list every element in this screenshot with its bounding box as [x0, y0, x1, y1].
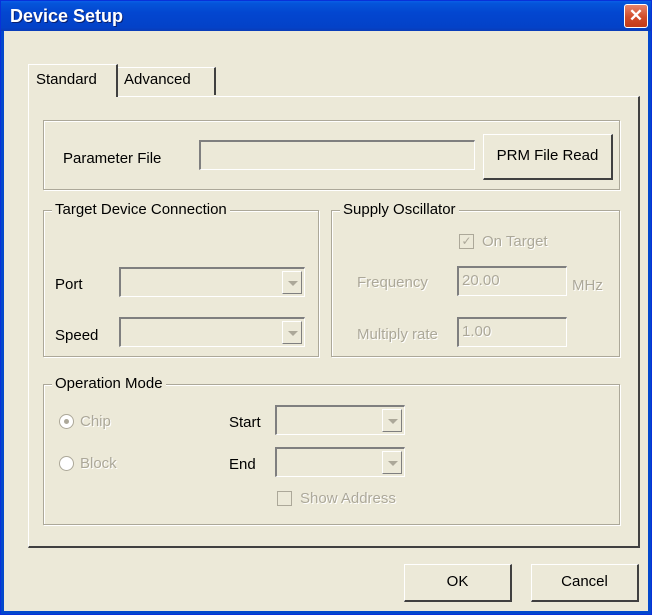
port-label: Port [55, 276, 83, 293]
port-select[interactable] [119, 267, 305, 297]
supply-oscillator-title: Supply Oscillator [340, 201, 459, 219]
frequency-unit: MHz [572, 277, 603, 294]
close-icon: ✕ [628, 6, 644, 25]
parameter-file-group: Parameter File PRM File Read [43, 120, 620, 190]
target-device-connection-title: Target Device Connection [52, 201, 230, 219]
tab-advanced[interactable]: Advanced [116, 67, 216, 95]
window-border-right [648, 31, 651, 614]
chip-radio[interactable] [59, 414, 74, 429]
on-target-label: On Target [482, 233, 548, 250]
show-address-checkbox[interactable] [277, 491, 292, 506]
ok-button-label: OK [446, 573, 469, 590]
show-address-label: Show Address [300, 490, 396, 507]
speed-dropdown-arrow-icon[interactable] [282, 321, 302, 344]
multiply-rate-label: Multiply rate [357, 326, 438, 343]
block-radio[interactable] [59, 456, 74, 471]
speed-label: Speed [55, 327, 99, 344]
window-border-bottom [1, 611, 651, 614]
end-dropdown-arrow-icon[interactable] [382, 451, 402, 474]
frequency-input[interactable]: 20.00 [457, 266, 567, 296]
supply-oscillator-group: Supply Oscillator ✓ On Target Frequency … [331, 201, 620, 357]
window-title: Device Setup [10, 6, 124, 26]
device-setup-dialog: Device Setup ✕ Standard Advanced Paramet… [0, 0, 652, 615]
chip-label: Chip [80, 413, 111, 430]
close-button[interactable]: ✕ [624, 4, 648, 28]
end-select[interactable] [275, 447, 405, 477]
block-label: Block [80, 455, 117, 472]
on-target-checkbox[interactable]: ✓ [459, 234, 474, 249]
ok-button[interactable]: OK [404, 564, 512, 602]
operation-mode-group: Operation Mode Chip Block Start End Show… [43, 375, 620, 525]
standard-tab-panel: Parameter File PRM File Read Target Devi… [28, 96, 640, 548]
speed-select[interactable] [119, 317, 305, 347]
parameter-file-label: Parameter File [63, 150, 162, 167]
start-dropdown-arrow-icon[interactable] [382, 409, 402, 432]
port-dropdown-arrow-icon[interactable] [282, 271, 302, 294]
parameter-file-input[interactable] [199, 140, 475, 170]
end-label: End [229, 456, 256, 473]
checkmark-icon: ✓ [461, 234, 472, 248]
target-device-connection-group: Target Device Connection Port Speed [43, 201, 319, 357]
start-select[interactable] [275, 405, 405, 435]
operation-mode-title: Operation Mode [52, 375, 166, 393]
multiply-rate-input[interactable]: 1.00 [457, 317, 567, 347]
tab-standard[interactable]: Standard [28, 64, 118, 97]
prm-file-read-button-label: PRM File Read [496, 147, 599, 164]
start-label: Start [229, 414, 261, 431]
cancel-button[interactable]: Cancel [531, 564, 639, 602]
tab-standard-label: Standard [36, 71, 97, 88]
tab-advanced-label: Advanced [124, 71, 191, 88]
prm-file-read-button[interactable]: PRM File Read [483, 134, 613, 180]
title-bar[interactable]: Device Setup ✕ [1, 1, 651, 31]
cancel-button-label: Cancel [561, 573, 608, 590]
frequency-label: Frequency [357, 274, 428, 291]
window-border-left [1, 31, 4, 614]
